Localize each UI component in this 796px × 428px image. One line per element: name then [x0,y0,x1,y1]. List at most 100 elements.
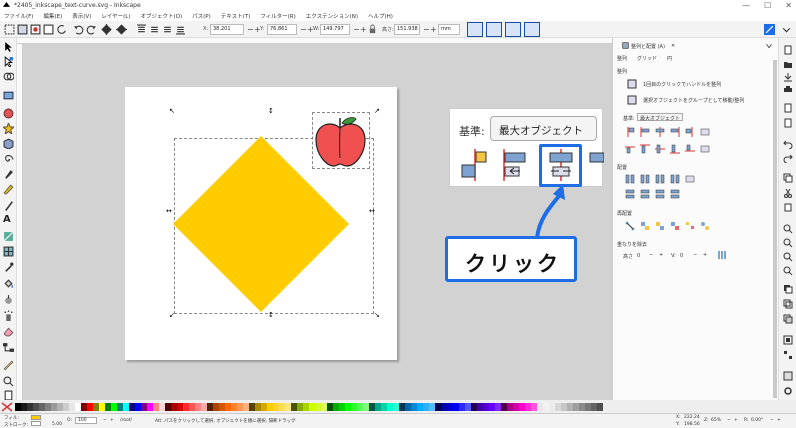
distribute-vgaps-icon[interactable] [655,189,665,199]
overlap-h-increment[interactable]: + [659,252,663,258]
remove-overlaps-icon[interactable] [717,250,727,260]
unit-select[interactable]: mm [438,24,460,35]
rectangle-tool-icon[interactable] [3,90,14,101]
graph-layout-icon[interactable] [625,221,635,231]
align-left-icon[interactable] [640,127,650,137]
calligraphy-tool-icon[interactable] [3,200,14,211]
save-icon[interactable] [783,72,793,82]
unclump-icon[interactable] [700,221,710,231]
align-center-horizontal-icon[interactable] [655,144,665,154]
overlap-v-decrement[interactable]: − [693,252,697,258]
x-field[interactable]: 38.201 [210,24,244,35]
lower-icon[interactable] [162,24,173,35]
align-baseline-vertical-icon[interactable] [700,144,710,154]
handle-scale-se[interactable]: ↘ [374,312,380,319]
scale-stroke-button[interactable] [467,22,483,37]
distribute-vcenters-icon[interactable] [640,189,650,199]
pen-tool-icon[interactable] [3,169,14,180]
spray-tool-icon[interactable] [3,310,14,321]
zoom-selection-icon[interactable] [783,224,793,234]
raise-icon[interactable] [149,24,160,35]
overlap-h-decrement[interactable]: − [649,252,653,258]
zoom-value[interactable]: 65% [711,418,721,423]
x-decrement[interactable]: − [247,24,254,35]
align-center-vertical-icon[interactable] [655,127,665,137]
w-decrement[interactable]: − [353,24,360,35]
h-increment[interactable]: + [430,24,437,35]
opacity-decrement[interactable]: − [103,418,107,423]
handle-scale-n[interactable]: ↕ [268,108,274,115]
handle-scale-sw[interactable]: ↙ [169,312,175,319]
align-relative-left-icon[interactable] [685,127,695,137]
eraser-tool-icon[interactable] [3,326,14,337]
stroke-width-value[interactable]: 5.00 [52,422,62,427]
mesh-tool-icon[interactable] [3,246,14,257]
h-decrement[interactable]: − [423,24,430,35]
tweak-tool-icon[interactable] [3,294,14,305]
scale-radii-button[interactable] [486,22,502,37]
handle-scale-nw[interactable]: ↖ [169,108,175,115]
menu-filter[interactable]: フィルター(R) [260,12,296,20]
rotation-value[interactable]: 0.00° [751,418,763,423]
distribute-baseline-icon[interactable] [685,174,695,184]
rotate-cw-90-icon[interactable] [86,24,97,35]
distribute-bottom-icon[interactable] [670,189,680,199]
import-icon[interactable] [783,103,793,113]
raise-to-top-icon[interactable] [136,24,147,35]
copy-icon[interactable] [783,173,793,183]
connector-tool-icon[interactable] [3,342,14,353]
subtab-grid[interactable]: グリッド [637,55,657,62]
zoom-drawing-icon[interactable] [783,238,793,248]
distribute-left-icon[interactable] [625,174,635,184]
no-paint-icon[interactable] [1,401,13,412]
zoom-decrement[interactable]: − [727,418,731,423]
menu-extensions[interactable]: エクステンション(N) [306,12,358,20]
h-field[interactable]: 151.938 [394,24,420,35]
overlap-v-increment[interactable]: + [703,252,707,258]
panel-tab-title[interactable]: 整列と配置 (A) [631,43,665,50]
deselect-icon[interactable] [43,24,54,35]
measure-tool-icon[interactable] [3,360,14,371]
distribute-gaps-icon[interactable] [655,174,665,184]
move-gradients-button[interactable] [505,22,521,37]
distribute-right-icon[interactable] [670,174,680,184]
star-tool-icon[interactable] [3,123,14,134]
handle-scale-ne[interactable]: ↗ [374,108,380,115]
align-right-icon[interactable] [670,127,680,137]
3d-box-tool-icon[interactable] [3,138,14,149]
ellipse-tool-icon[interactable] [3,108,14,119]
color-swatch[interactable] [597,402,603,411]
duplicate-icon[interactable] [783,284,793,294]
text-tool-icon[interactable]: A [3,214,14,225]
minimize-button[interactable]: — [742,0,750,11]
close-button[interactable]: ✕ [785,0,792,11]
y-field[interactable]: 76.861 [267,24,297,35]
panel-scrollbar[interactable] [773,60,777,398]
canvas[interactable]: ↖ ↕ ↗ ↔ ↔ ↙ ↕ ↘ [23,44,612,400]
menu-edit[interactable]: 編集(E) [43,12,62,20]
exchange-stacking-order-icon[interactable] [655,221,665,231]
flip-horizontal-icon[interactable] [101,24,112,35]
opacity-field[interactable]: 100 [75,417,97,424]
menu-object[interactable]: オブジェクト(O) [141,12,183,20]
overlap-v-value[interactable]: 0 [680,253,683,259]
flip-vertical-icon[interactable] [116,24,127,35]
exchange-selection-order-icon[interactable] [640,221,650,231]
node-tool-icon[interactable] [3,56,14,67]
align-relative-right-icon[interactable] [625,127,635,137]
chevron-down-icon[interactable] [765,42,773,50]
zoom-increment[interactable]: + [734,418,738,423]
layer-indicator[interactable]: /root/ [120,418,132,423]
rotation-decrement[interactable]: − [770,418,774,423]
shape-builder-tool-icon[interactable] [3,71,14,82]
paint-bucket-tool-icon[interactable] [3,278,14,289]
cut-icon[interactable] [783,188,793,198]
move-patterns-button[interactable] [524,22,540,37]
zoom-width-icon[interactable] [783,266,793,276]
move-handles-toggle-icon[interactable] [627,79,637,89]
exchange-clockwise-icon[interactable] [670,221,680,231]
inset-basis-select[interactable]: 最大オブジェクト ⌄ [490,116,597,141]
select-all-layers-icon[interactable] [17,24,28,35]
menu-file[interactable]: ファイル(F) [4,12,33,20]
gradient-tool-icon[interactable] [3,231,14,242]
